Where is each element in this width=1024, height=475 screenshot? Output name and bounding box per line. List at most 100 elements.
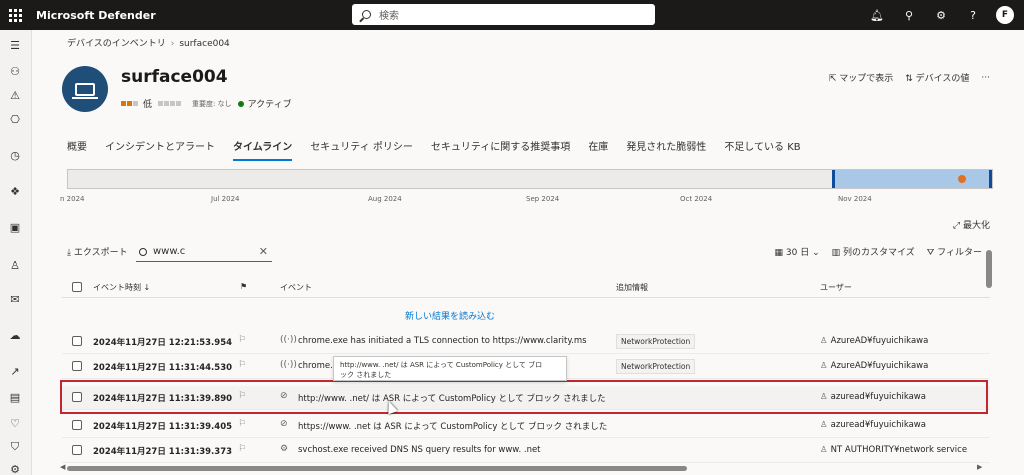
top-bar: Microsoft Defender 検索 🔔︎ ⚲ ⚙ ? F <box>0 0 1024 30</box>
columns-icon: ▥ <box>831 248 844 258</box>
event-time: 2024年11月27日 11:31:39.405 <box>93 422 233 432</box>
col-event[interactable]: イベント <box>280 282 312 293</box>
user-name: NT AUTHORITY¥network service <box>830 445 968 455</box>
tab-vulnerabilities[interactable]: 発見された脆弱性 <box>626 138 706 159</box>
maximize-button[interactable]: ⤢ 最大化 <box>953 218 990 231</box>
global-search-input[interactable]: 検索 <box>352 4 655 25</box>
search-icon <box>362 10 371 19</box>
timeline-range-slider[interactable] <box>67 169 993 189</box>
link-icon[interactable]: ⚲ <box>900 6 918 24</box>
col-user[interactable]: ユーザー <box>820 282 852 293</box>
hamburger-icon[interactable]: ☰ <box>8 38 22 52</box>
flag-icon[interactable]: ⚐ <box>238 419 246 429</box>
row-checkbox[interactable] <box>72 420 82 430</box>
shield-icon[interactable]: ⛉ <box>8 440 22 454</box>
device-avatar <box>62 66 108 112</box>
person-icon[interactable]: ♙ <box>8 258 22 272</box>
chevron-right-icon: › <box>170 39 175 49</box>
tab-incidents[interactable]: インシデントとアラート <box>105 138 215 159</box>
tooltip-line: http://www. .net/ は ASR によって CustomPolic… <box>340 361 543 369</box>
breadcrumb-parent[interactable]: デバイスのインベントリ <box>67 39 166 49</box>
tab-overview[interactable]: 概要 <box>67 138 87 159</box>
select-all-checkbox[interactable] <box>72 282 82 292</box>
importance-label: 重要度: なし <box>192 99 232 108</box>
timeline-selection[interactable] <box>832 170 992 188</box>
device-value-button[interactable]: ⇅ デバイスの値 <box>905 71 969 84</box>
user-avatar[interactable]: F <box>996 6 1014 24</box>
table-row[interactable]: 2024年11月27日 12:21:53.954 ⚐ ((·)) chrome.… <box>62 330 990 354</box>
event-user: ♙ azuread¥fuyuichikawa <box>820 420 926 430</box>
search-value: www.c <box>153 246 186 257</box>
network-icon: ((·)) <box>280 360 297 370</box>
tab-security-policy[interactable]: セキュリティ ポリシー <box>310 138 413 159</box>
incidents-icon[interactable]: ⚠ <box>8 88 22 102</box>
date-range-button[interactable]: ▦ 30 日 ⌄ <box>775 245 820 258</box>
user-name: AzureAD¥fuyuichikawa <box>830 336 929 346</box>
block-icon: ⊘ <box>280 419 288 429</box>
customize-columns-button[interactable]: ▥ 列のカスタマイズ <box>832 245 915 258</box>
gear-icon[interactable]: ⚙ <box>932 6 950 24</box>
risk-level: 低 <box>143 100 153 110</box>
bell-icon[interactable]: 🔔︎ <box>868 6 886 24</box>
load-new-results-link[interactable]: 新しい結果を読み込む <box>405 309 495 322</box>
app-title: Microsoft Defender <box>36 8 156 22</box>
flag-icon[interactable]: ⚐ <box>238 360 246 370</box>
device-value-label: デバイスの値 <box>915 74 970 84</box>
device-status: アクティブ <box>247 100 292 110</box>
gear-icon: ⚙ <box>280 444 289 454</box>
timeline-search-input[interactable]: www.c ✕ <box>136 242 272 262</box>
assets-icon[interactable]: ❖ <box>8 184 22 198</box>
settings-icon[interactable]: ⚙ <box>8 462 22 475</box>
highlight-annotation <box>60 380 988 414</box>
report-icon[interactable]: ▤ <box>8 390 22 404</box>
health-icon[interactable]: ♡ <box>8 416 22 430</box>
header-actions: ⇱ マップで表示 ⇅ デバイスの値 ··· <box>829 71 990 85</box>
map-view-button[interactable]: ⇱ マップで表示 <box>829 71 893 84</box>
timeline-event-marker[interactable] <box>958 175 966 183</box>
tab-recommendations[interactable]: セキュリティに関する推奨事項 <box>431 138 570 159</box>
help-icon[interactable]: ? <box>964 6 982 24</box>
clock-icon[interactable]: ◷ <box>8 148 22 162</box>
vertical-scrollbar[interactable] <box>986 250 992 288</box>
funnel-icon: ⛛ <box>926 248 938 258</box>
users-icon[interactable]: ⚇ <box>8 64 22 78</box>
export-label: エクスポート <box>73 248 128 258</box>
col-additional-info[interactable]: 追加情報 <box>616 282 648 293</box>
device-status-row: 低 重要度: なし アクティブ <box>121 97 292 110</box>
devices-icon[interactable]: ▣ <box>8 220 22 234</box>
flag-icon[interactable]: ⚑ <box>240 282 247 291</box>
table-row[interactable]: 2024年11月27日 11:31:39.405 ⚐ ⊘ https://www… <box>62 414 990 438</box>
table-row[interactable]: 2024年11月27日 11:31:39.373 ⚐ ⚙ svchost.exe… <box>62 439 990 463</box>
filter-button[interactable]: ⛛ フィルター <box>927 245 982 258</box>
horizontal-scrollbar[interactable] <box>67 466 687 471</box>
more-icon[interactable]: ··· <box>981 73 990 83</box>
row-checkbox[interactable] <box>72 361 82 371</box>
risk-bars-icon <box>121 101 138 106</box>
axis-label: n 2024 <box>60 195 85 203</box>
tab-missing-kb[interactable]: 不足している KB <box>724 138 800 159</box>
mail-icon[interactable]: ✉ <box>8 292 22 306</box>
axis-label: Oct 2024 <box>680 195 713 203</box>
flag-icon[interactable]: ⚐ <box>238 444 246 454</box>
person-icon: ♙ <box>820 361 828 371</box>
person-icon: ♙ <box>820 336 828 346</box>
tab-inventory[interactable]: 在庫 <box>588 138 608 159</box>
chart-icon[interactable]: ↗ <box>8 364 22 378</box>
cloud-icon[interactable]: ☁ <box>8 328 22 342</box>
maximize-label: 最大化 <box>962 221 990 231</box>
tab-timeline[interactable]: タイムライン <box>233 138 293 161</box>
laptop-icon <box>72 82 98 99</box>
flag-icon[interactable]: ⚐ <box>238 335 246 345</box>
close-icon[interactable]: ✕ <box>259 245 268 258</box>
col-event-time[interactable]: イベント時刻 ↓ <box>93 282 150 293</box>
map-view-label: マップで表示 <box>839 74 894 84</box>
export-button[interactable]: ⤓ エクスポート <box>67 245 128 258</box>
scroll-right-icon[interactable]: ▶ <box>977 463 982 471</box>
filter-label: フィルター <box>937 248 982 258</box>
person-icon: ♙ <box>820 420 828 430</box>
app-launcher-button[interactable] <box>0 0 30 30</box>
hunting-icon[interactable]: ⎔ <box>8 112 22 126</box>
scroll-left-icon[interactable]: ◀ <box>60 463 65 471</box>
row-checkbox[interactable] <box>72 336 82 346</box>
row-checkbox[interactable] <box>72 445 82 455</box>
